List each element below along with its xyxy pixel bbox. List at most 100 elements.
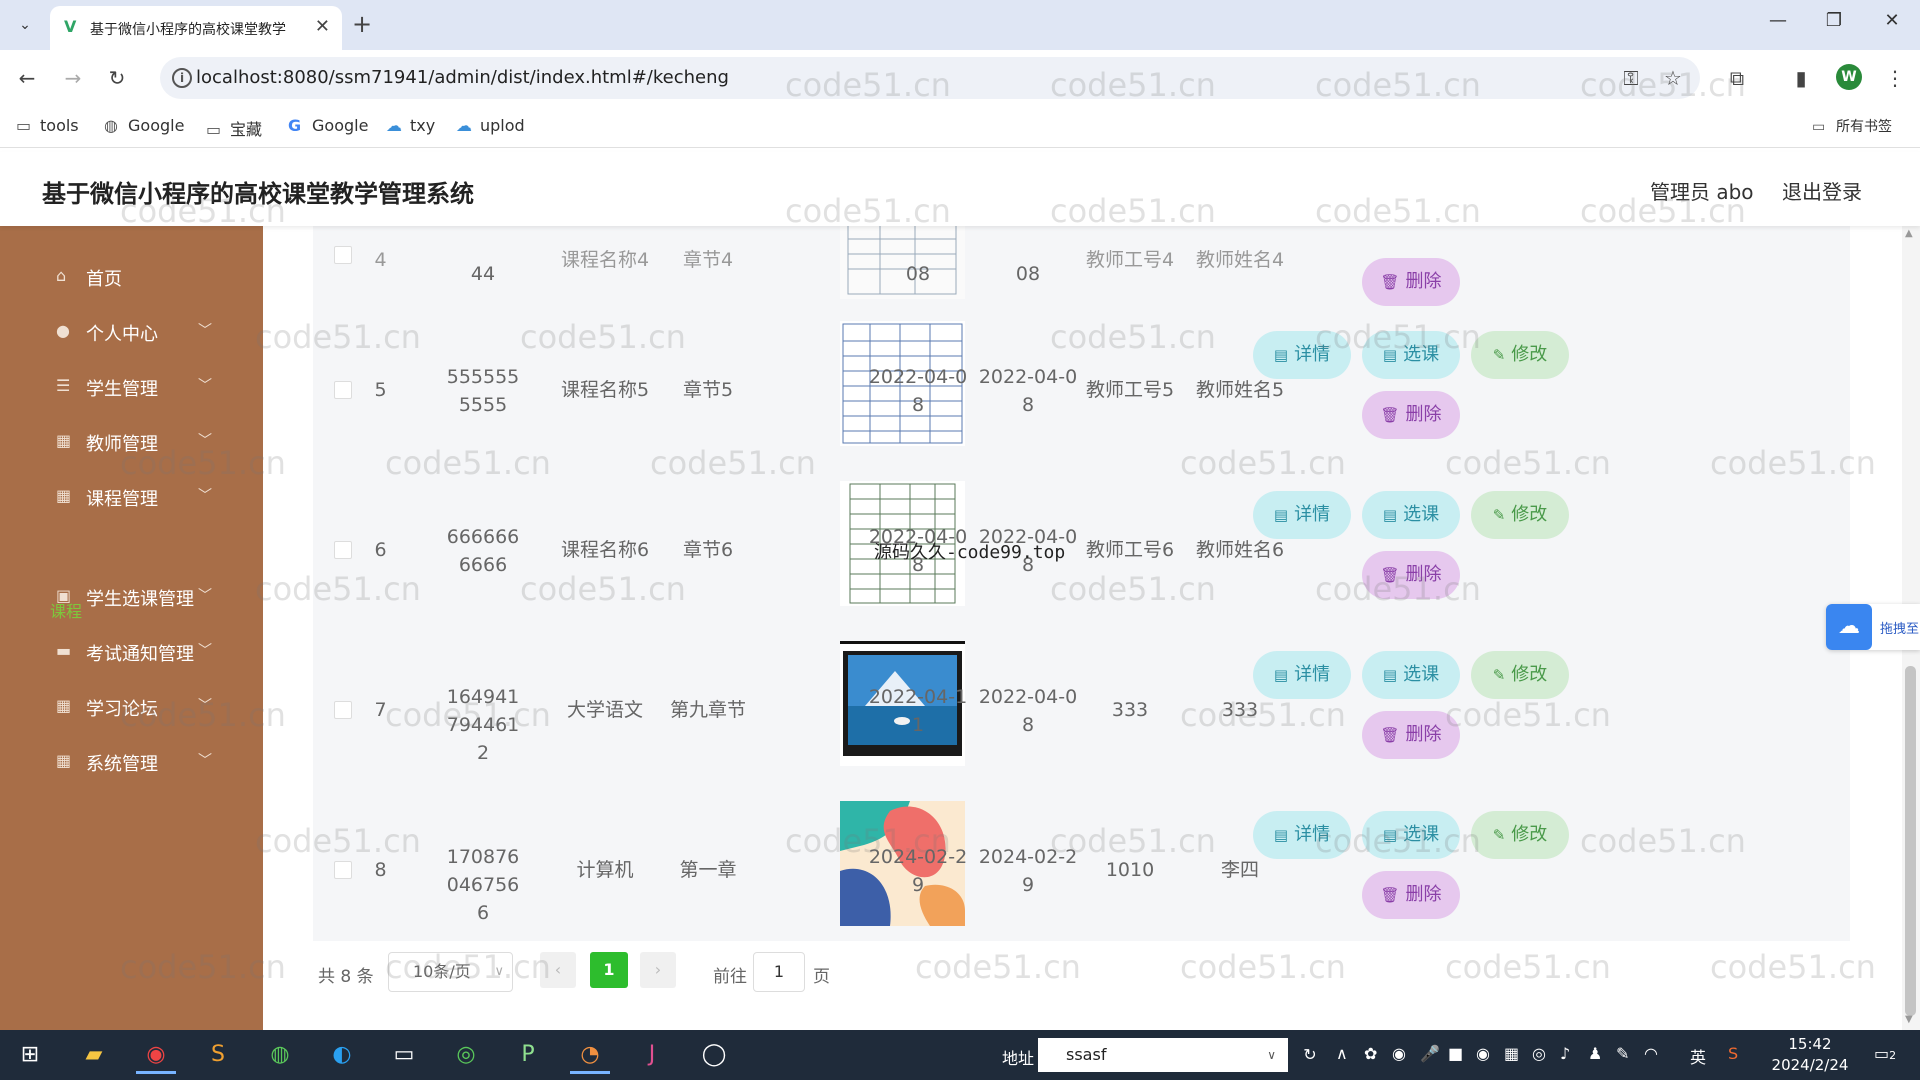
delete-button[interactable]: 🗑 删除 [1362, 711, 1460, 759]
logout-link[interactable]: 退出登录 [1782, 176, 1862, 205]
detail-button[interactable]: ▤ 详情 [1253, 811, 1351, 859]
delete-button[interactable]: 🗑 删除 [1362, 551, 1460, 599]
wechat-tray-icon[interactable]: ◎ [1532, 1044, 1546, 1063]
detail-button[interactable]: ▤ 详情 [1253, 651, 1351, 699]
bookmark-uplod[interactable]: ☁ uplod [456, 116, 525, 135]
bookmark-google[interactable]: ◍ Google [104, 116, 184, 135]
tray-expand-icon[interactable]: ∧ [1336, 1044, 1348, 1063]
wechat-icon[interactable]: ◎ [446, 1036, 486, 1074]
detail-button[interactable]: ▤ 详情 [1253, 491, 1351, 539]
prev-page-icon[interactable]: ‹ [540, 952, 576, 988]
chrome-icon[interactable]: ◉ [136, 1036, 176, 1074]
sidebar-item-profile[interactable]: ● 个人中心 ﹀ [0, 308, 263, 358]
sublime-icon[interactable]: S [198, 1036, 238, 1074]
forward-arrow-icon[interactable]: → [58, 66, 88, 90]
select-course-button[interactable]: ▤ 选课 [1362, 651, 1460, 699]
file-explorer-icon[interactable]: ▰ [74, 1036, 114, 1074]
menu-dots-icon[interactable]: ⋮ [1880, 66, 1910, 90]
edit-button[interactable]: ✎ 修改 [1471, 651, 1569, 699]
tray-app-icon[interactable]: ✿ [1364, 1044, 1377, 1063]
bookmark-google-2[interactable]: G Google [288, 116, 368, 135]
chat-icon[interactable]: ◯ [694, 1036, 734, 1074]
intellij-icon[interactable]: J [632, 1036, 672, 1074]
sidebar-item-teachers[interactable]: ▦ 教师管理 ﹀ [0, 418, 263, 468]
browser-tab[interactable]: V 基于微信小程序的高校课堂教学 ✕ [50, 6, 342, 50]
scroll-up-icon[interactable]: ▲ [1905, 228, 1913, 239]
detail-button[interactable]: ▤ 详情 [1253, 331, 1351, 379]
delete-button[interactable]: 🗑 删除 [1362, 871, 1460, 919]
tab-list-chevron-icon[interactable]: ⌄ [10, 12, 40, 38]
windows-start-icon[interactable]: ⊞ [10, 1036, 50, 1074]
all-bookmarks[interactable]: ▭ 所有书签 [1812, 116, 1892, 136]
bookmark-tools[interactable]: ▭ tools [16, 116, 79, 135]
select-course-button[interactable]: ▤ 选课 [1362, 491, 1460, 539]
volume-icon[interactable]: ♪ [1560, 1044, 1570, 1063]
microphone-icon[interactable]: 🎤 [1420, 1044, 1440, 1063]
chevron-down-icon: ﹀ [198, 588, 212, 604]
notification-icon[interactable]: ▭2 [1874, 1044, 1896, 1063]
row-checkbox[interactable] [334, 701, 352, 719]
taskbar-clock[interactable]: 15:42 2024/2/24 [1770, 1034, 1850, 1076]
sidebar-item-courses[interactable]: ▦ 课程管理 ﹀ [0, 473, 263, 523]
sidebar-item-exam-notices[interactable]: ▬ 考试通知管理 ﹀ [0, 628, 263, 678]
current-page[interactable]: 1 [590, 952, 628, 988]
window-close-icon[interactable]: ✕ [1872, 10, 1912, 31]
site-info-icon[interactable]: i [172, 68, 192, 88]
sidebar-subitem-course[interactable]: 课程 [50, 598, 82, 622]
select-course-button[interactable]: ▤ 选课 [1362, 331, 1460, 379]
tray-app-icon[interactable]: ♟ [1588, 1044, 1602, 1063]
sidebar-item-students[interactable]: ☰ 学生管理 ﹀ [0, 363, 263, 413]
input-method[interactable]: 英 [1690, 1044, 1706, 1068]
reload-icon[interactable]: ↻ [102, 66, 132, 90]
bookmark-baozang[interactable]: ▭ 宝藏 [206, 116, 262, 140]
row-checkbox[interactable] [334, 381, 352, 399]
firefox-icon[interactable]: ◔ [570, 1036, 610, 1074]
tray-app-icon[interactable]: ✎ [1616, 1044, 1629, 1063]
edit-button[interactable]: ✎ 修改 [1471, 491, 1569, 539]
close-tab-icon[interactable]: ✕ [315, 16, 330, 37]
tray-app-icon[interactable]: S [1728, 1044, 1738, 1063]
bookmark-txy[interactable]: ☁ txy [386, 116, 435, 135]
pycharm-icon[interactable]: P [508, 1036, 548, 1074]
tray-app-icon[interactable]: ◉ [1392, 1044, 1406, 1063]
next-page-icon[interactable]: › [640, 952, 676, 988]
sidebar-item-course-selection[interactable]: ▣ 学生选课管理 ﹀ [0, 573, 263, 623]
delete-button[interactable]: 🗑 删除 [1362, 391, 1460, 439]
sidebar-item-system[interactable]: ▦ 系统管理 ﹀ [0, 738, 263, 788]
edit-button[interactable]: ✎ 修改 [1471, 331, 1569, 379]
new-tab-icon[interactable]: + [352, 10, 372, 38]
tray-app-icon[interactable]: ◉ [1476, 1044, 1490, 1063]
row-checkbox[interactable] [334, 541, 352, 559]
goto-page-input[interactable]: 1 [753, 952, 805, 992]
select-course-button[interactable]: ▤ 选课 [1362, 811, 1460, 859]
url-text[interactable]: localhost:8080/ssm71941/admin/dist/index… [196, 67, 729, 88]
maximize-icon[interactable]: ❐ [1814, 10, 1854, 31]
row-checkbox[interactable] [334, 246, 352, 264]
page-size-select[interactable]: 10条/页 ∨ [388, 952, 513, 992]
bookmark-star-icon[interactable]: ☆ [1658, 66, 1688, 90]
back-arrow-icon[interactable]: ← [12, 66, 42, 90]
wifi-icon[interactable]: ◠ [1644, 1044, 1658, 1063]
sidebar-item-home[interactable]: ⌂ 首页 [0, 253, 263, 303]
browser-icon[interactable]: ◍ [260, 1036, 300, 1074]
tray-app-icon[interactable]: ▦ [1504, 1044, 1519, 1063]
tray-app-icon[interactable]: ■ [1448, 1044, 1463, 1063]
sidepanel-icon[interactable]: ▮ [1786, 66, 1816, 90]
minimize-icon[interactable]: — [1758, 10, 1798, 31]
row-checkbox[interactable] [334, 861, 352, 879]
edge-icon[interactable]: ◐ [322, 1036, 362, 1074]
terminal-icon[interactable]: ▭ [384, 1036, 424, 1074]
delete-button[interactable]: 🗑 删除 [1362, 258, 1460, 306]
scroll-thumb[interactable] [1905, 666, 1916, 1016]
sidebar-item-forum[interactable]: ▦ 学习论坛 ﹀ [0, 683, 263, 733]
document-icon: ▤ [1382, 826, 1398, 844]
taskbar-address-input[interactable]: ssasf ∨ [1038, 1038, 1288, 1072]
edit-button[interactable]: ✎ 修改 [1471, 811, 1569, 859]
cloud-upload-widget[interactable]: ☁ 拖拽至 [1826, 604, 1920, 650]
scroll-down-icon[interactable]: ▼ [1905, 1014, 1913, 1025]
address-bar[interactable]: i localhost:8080/ssm71941/admin/dist/ind… [160, 57, 1700, 99]
extensions-icon[interactable]: ⧉ [1722, 66, 1752, 90]
refresh-icon[interactable]: ↻ [1290, 1036, 1330, 1074]
profile-avatar[interactable]: W [1836, 64, 1862, 90]
password-key-icon[interactable]: ⚿ [1616, 66, 1646, 90]
